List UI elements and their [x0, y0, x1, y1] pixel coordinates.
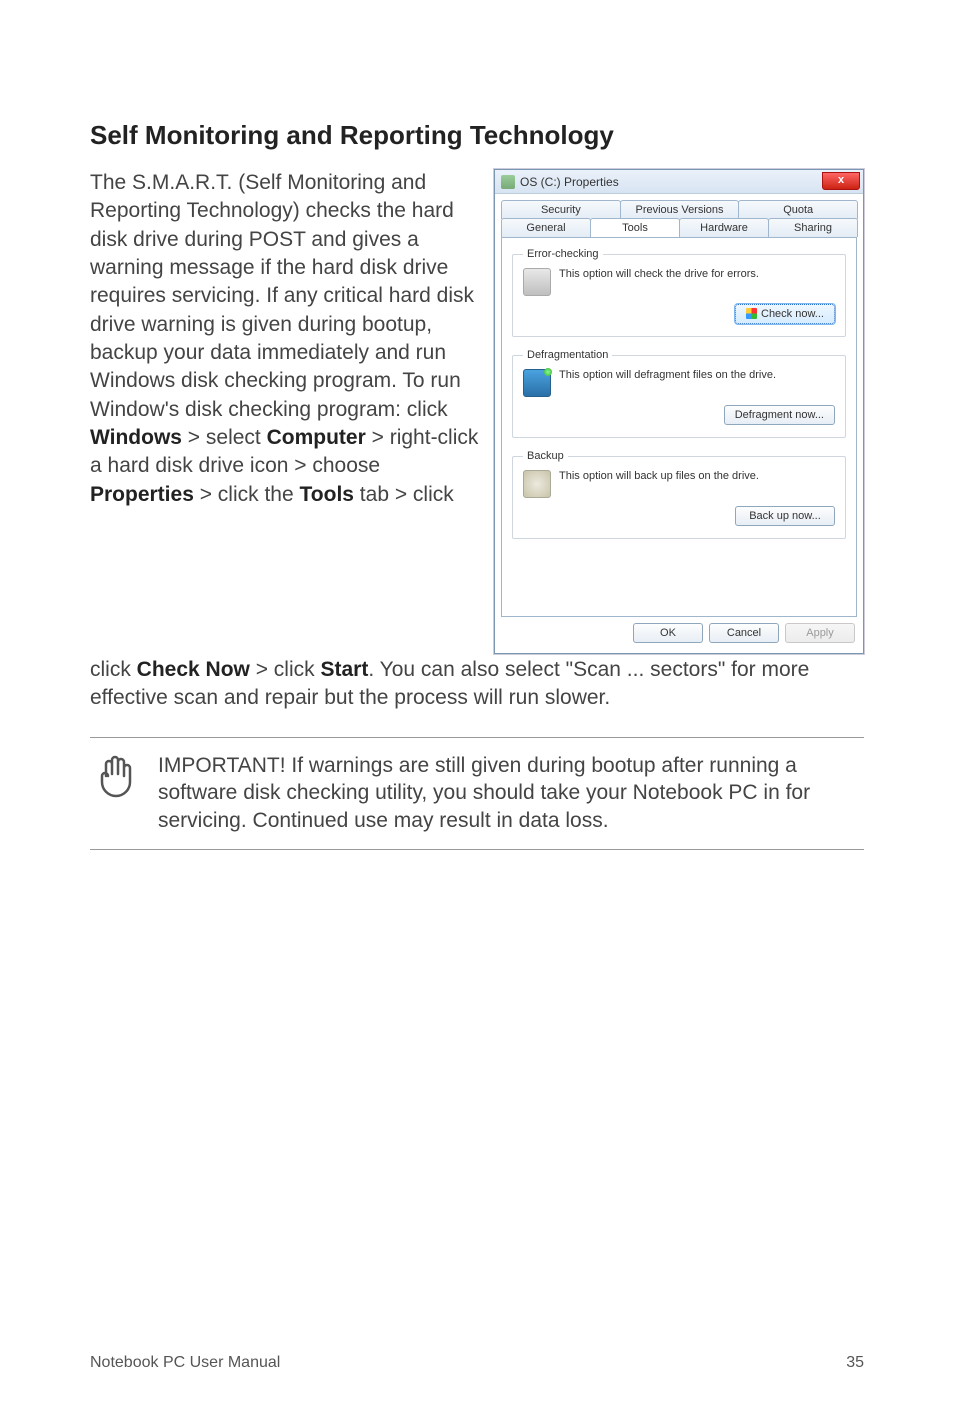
- group-error-checking: Error-checking This option will check th…: [512, 248, 846, 337]
- defrag-text: This option will defragment files on the…: [559, 369, 835, 381]
- para-text: > click the: [194, 483, 300, 506]
- bold-windows: Windows: [90, 426, 182, 449]
- tab-tools[interactable]: Tools: [590, 218, 680, 237]
- check-now-button[interactable]: Check now...: [735, 304, 835, 324]
- footer-page-number: 35: [846, 1354, 864, 1372]
- legend-backup: Backup: [523, 450, 568, 462]
- bold-properties: Properties: [90, 483, 194, 506]
- group-backup: Backup This option will back up files on…: [512, 450, 846, 539]
- important-note-text: IMPORTANT! If warnings are still given d…: [158, 752, 864, 835]
- tab-hardware[interactable]: Hardware: [679, 218, 769, 237]
- dialog-titlebar[interactable]: OS (C:) Properties x: [495, 170, 863, 194]
- backup-icon: [523, 470, 551, 498]
- backup-now-button[interactable]: Back up now...: [735, 506, 835, 526]
- body-paragraph-left: The S.M.A.R.T. (Self Monitoring and Repo…: [90, 169, 482, 509]
- disk-icon: [501, 175, 515, 189]
- close-button[interactable]: x: [822, 172, 860, 190]
- tab-previous-versions[interactable]: Previous Versions: [620, 200, 740, 219]
- tab-quota[interactable]: Quota: [738, 200, 858, 219]
- para-text: > click: [250, 658, 321, 681]
- para-text: tab > click: [354, 483, 454, 506]
- tab-sharing[interactable]: Sharing: [768, 218, 858, 237]
- tab-general[interactable]: General: [501, 218, 591, 237]
- defrag-icon: [523, 369, 551, 397]
- ok-button[interactable]: OK: [633, 623, 703, 643]
- dialog-title: OS (C:) Properties: [520, 175, 619, 189]
- hand-icon: [94, 752, 138, 835]
- error-checking-text: This option will check the drive for err…: [559, 268, 835, 280]
- legend-defragmentation: Defragmentation: [523, 349, 612, 361]
- drive-icon: [523, 268, 551, 296]
- para-text: click: [90, 658, 137, 681]
- bold-computer: Computer: [267, 426, 366, 449]
- cancel-button[interactable]: Cancel: [709, 623, 779, 643]
- section-heading: Self Monitoring and Reporting Technology: [90, 120, 864, 151]
- important-note: IMPORTANT! If warnings are still given d…: [90, 737, 864, 850]
- apply-button[interactable]: Apply: [785, 623, 855, 643]
- tab-security[interactable]: Security: [501, 200, 621, 219]
- legend-error-checking: Error-checking: [523, 248, 603, 260]
- body-paragraph-continue: click Check Now > click Start. You can a…: [90, 656, 864, 713]
- bold-check-now: Check Now: [137, 658, 250, 681]
- properties-dialog: OS (C:) Properties x Security Previous V…: [494, 169, 864, 654]
- footer-left: Notebook PC User Manual: [90, 1354, 280, 1372]
- backup-text: This option will back up files on the dr…: [559, 470, 835, 482]
- defragment-now-button[interactable]: Defragment now...: [724, 405, 835, 425]
- bold-start: Start: [320, 658, 368, 681]
- bold-tools: Tools: [300, 483, 354, 506]
- para-text: The S.M.A.R.T. (Self Monitoring and Repo…: [90, 171, 474, 421]
- group-defragmentation: Defragmentation This option will defragm…: [512, 349, 846, 438]
- para-text: > select: [182, 426, 267, 449]
